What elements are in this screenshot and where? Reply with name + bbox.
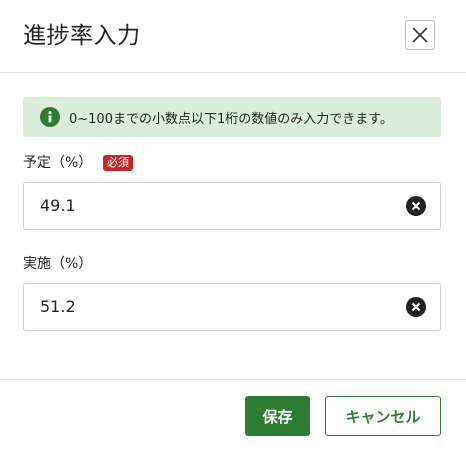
- planned-field-label: 予定（%）: [23, 155, 93, 171]
- cancel-button[interactable]: キャンセル: [325, 396, 441, 436]
- dialog-header: 進捗率入力: [0, 0, 466, 73]
- close-icon: [412, 27, 428, 43]
- info-message: 0~100までの小数点以下1桁の数値のみ入力できます。: [69, 111, 393, 127]
- info-banner: 0~100までの小数点以下1桁の数値のみ入力できます。: [23, 97, 441, 137]
- planned-input[interactable]: 49.1: [23, 182, 441, 230]
- actual-clear-button[interactable]: [406, 297, 426, 317]
- info-icon: [40, 107, 60, 127]
- close-button[interactable]: [405, 20, 435, 50]
- clear-icon: [411, 302, 421, 312]
- actual-input[interactable]: 51.2: [23, 283, 441, 331]
- planned-clear-button[interactable]: [406, 196, 426, 216]
- dialog-title: 進捗率入力: [23, 23, 141, 49]
- required-badge: 必須: [103, 155, 133, 171]
- clear-icon: [411, 201, 421, 211]
- save-button[interactable]: 保存: [245, 396, 310, 436]
- progress-rate-dialog: 進捗率入力 0~100までの小数点以下1桁の数値のみ入力できます。 予定（%） …: [0, 0, 466, 450]
- actual-input-value: 51.2: [40, 297, 76, 316]
- planned-input-value: 49.1: [40, 196, 76, 215]
- actual-field-label: 実施（%）: [23, 256, 93, 272]
